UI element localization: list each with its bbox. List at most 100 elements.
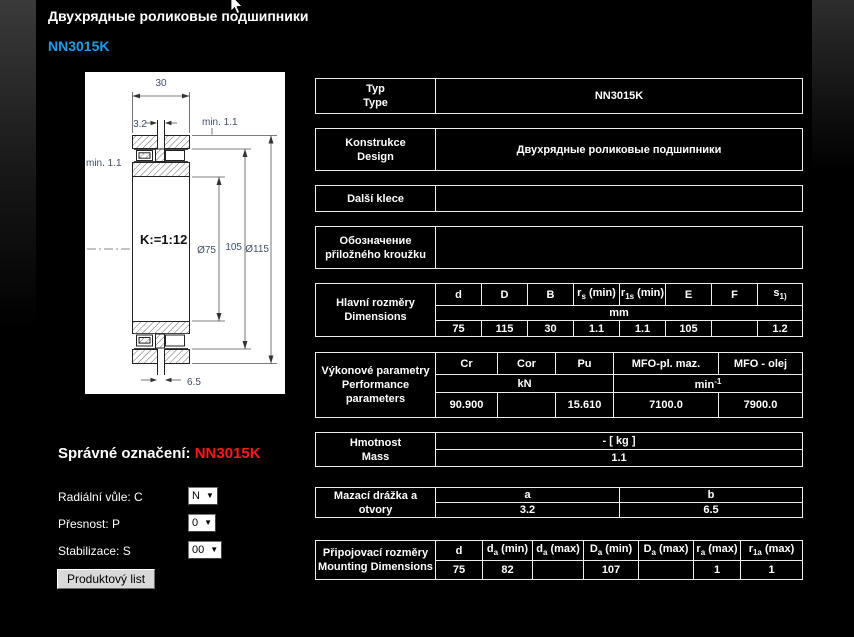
bearing-cross-section-drawing: 30 3.2 min. 1.1 min. 1.1 K:=1:12 Ø75 105…: [85, 72, 285, 394]
header-cell: d: [436, 541, 483, 561]
header-cell: da (min): [483, 541, 533, 561]
value-cell: 30: [528, 321, 574, 337]
value-cell: 7900.0: [719, 393, 803, 418]
page: Двухрядные роликовые подшипники NN3015K: [0, 0, 854, 637]
dropdown-arrow-icon: ▼: [206, 492, 214, 500]
mounting-label-cell: Připojovací rozměry Mounting Dimensions: [316, 541, 436, 580]
design-value-cell: Двухрядные роликовые подшипники: [436, 129, 803, 171]
type-table: Typ Type NN3015K: [315, 78, 803, 114]
value-cell: 1: [741, 561, 803, 580]
header-cell: a: [436, 488, 620, 503]
mass-table: Hmotnost Mass - [ kg ] 1.1: [315, 432, 803, 467]
ring-designation-table: Обозначение přiložného kroužku: [315, 226, 803, 269]
ring-designation-value-cell: [436, 227, 803, 269]
value-cell: [533, 561, 584, 580]
unit-cell: - [ kg ]: [436, 433, 803, 450]
value-cell: 75: [436, 561, 483, 580]
stabilization-select[interactable]: 00 ▼: [188, 541, 222, 559]
value-cell: 107: [584, 561, 639, 580]
mouse-cursor-icon: [227, 0, 243, 15]
value-cell: 3.2: [436, 503, 620, 518]
value-cell: 1: [694, 561, 741, 580]
header-cell: da (max): [533, 541, 584, 561]
header-cell: s1): [758, 284, 803, 306]
grease-groove-table: Mazací drážka a otvory a b 3.2 6.5: [315, 487, 803, 518]
performance-table: Výkonové parametry Performance parameter…: [315, 352, 803, 418]
dim-bore-label: Ø75: [197, 245, 216, 256]
value-cell: 1.2: [758, 321, 803, 337]
value-cell: 75: [436, 321, 482, 337]
header-cell: F: [712, 284, 758, 306]
value-cell: [712, 321, 758, 337]
header-cell: r1a (max): [741, 541, 803, 561]
dim-raceway-label: 105: [225, 242, 242, 253]
dimensions-table: Hlavní rozměry Dimensions d D B rs (min)…: [315, 283, 803, 337]
header-cell: MFO-pl. maz.: [614, 353, 719, 375]
header-cell: rs (min): [574, 284, 620, 306]
type-label-cell: Typ Type: [316, 79, 436, 114]
header-cell: Cor: [498, 353, 556, 375]
header-cell: ra (max): [694, 541, 741, 561]
designation-heading: Správné označení: NN3015K: [58, 445, 261, 462]
mounting-dimensions-table: Připojovací rozměry Mounting Dimensions …: [315, 540, 803, 580]
header-cell: d: [436, 284, 482, 306]
design-table: Konstrukce Design Двухрядные роликовые п…: [315, 128, 803, 171]
cage-label-cell: Další klece: [316, 186, 436, 212]
value-cell: 6.5: [620, 503, 803, 518]
value-cell: 82: [483, 561, 533, 580]
precision-select[interactable]: 0 ▼: [188, 514, 216, 532]
left-margin-gradient: [0, 0, 36, 330]
right-margin-gradient: [812, 0, 854, 170]
bearing-section: [133, 120, 190, 375]
header-cell: r1s (min): [620, 284, 666, 306]
cage-value-cell: [436, 186, 803, 212]
page-title: Двухрядные роликовые подшипники: [48, 8, 308, 24]
header-cell: b: [620, 488, 803, 503]
dim-hole-label: 6.5: [187, 377, 201, 388]
cage-table: Další klece: [315, 185, 803, 212]
dim-outer-label: Ø115: [245, 244, 269, 255]
dim-min-top-label: min. 1.1: [202, 117, 238, 128]
header-cell: MFO - olej: [719, 353, 803, 375]
mass-label-cell: Hmotnost Mass: [316, 433, 436, 467]
header-cell: Da (max): [639, 541, 694, 561]
unit-cell: min-1: [614, 375, 803, 393]
value-cell: 105: [666, 321, 712, 337]
dim-groove-label: 3.2: [133, 119, 147, 130]
dim-min-left-label: min. 1.1: [86, 158, 122, 169]
header-cell: E: [666, 284, 712, 306]
dropdown-arrow-icon: ▼: [204, 519, 212, 527]
dimensions-label-cell: Hlavní rozměry Dimensions: [316, 284, 436, 337]
value-cell: [498, 393, 556, 418]
type-value-cell: NN3015K: [436, 79, 803, 114]
dim-width-label: 30: [155, 78, 167, 89]
value-cell: [639, 561, 694, 580]
designation-model: NN3015K: [195, 445, 261, 462]
value-cell: 1.1: [574, 321, 620, 337]
dropdown-arrow-icon: ▼: [210, 546, 218, 554]
unit-cell: kN: [436, 375, 614, 393]
performance-label-cell: Výkonové parametry Performance parameter…: [316, 353, 436, 418]
taper-label: K:=1:12: [140, 232, 187, 247]
precision-label: Přesnost: P: [58, 517, 120, 531]
header-cell: B: [528, 284, 574, 306]
header-cell: D: [482, 284, 528, 306]
header-cell: Cr: [436, 353, 498, 375]
radial-clearance-select[interactable]: N ▼: [188, 487, 218, 505]
design-label-cell: Konstrukce Design: [316, 129, 436, 171]
ring-designation-label-cell: Обозначение přiložného kroužku: [316, 227, 436, 269]
grease-groove-label-cell: Mazací drážka a otvory: [316, 488, 436, 518]
bearing-drawing-panel: 30 3.2 min. 1.1 min. 1.1 K:=1:12 Ø75 105…: [85, 72, 285, 394]
product-sheet-button[interactable]: Produktový list: [57, 569, 155, 589]
value-cell: 7100.0: [614, 393, 719, 418]
header-cell: Da (min): [584, 541, 639, 561]
model-heading: NN3015K: [48, 38, 109, 54]
stabilization-label: Stabilizace: S: [58, 544, 131, 558]
value-cell: 15.610: [556, 393, 614, 418]
value-cell: 1.1: [436, 450, 803, 467]
header-cell: Pu: [556, 353, 614, 375]
value-cell: 90.900: [436, 393, 498, 418]
radial-clearance-label: Radiální vůle: C: [58, 490, 143, 504]
value-cell: 1.1: [620, 321, 666, 337]
value-cell: 115: [482, 321, 528, 337]
